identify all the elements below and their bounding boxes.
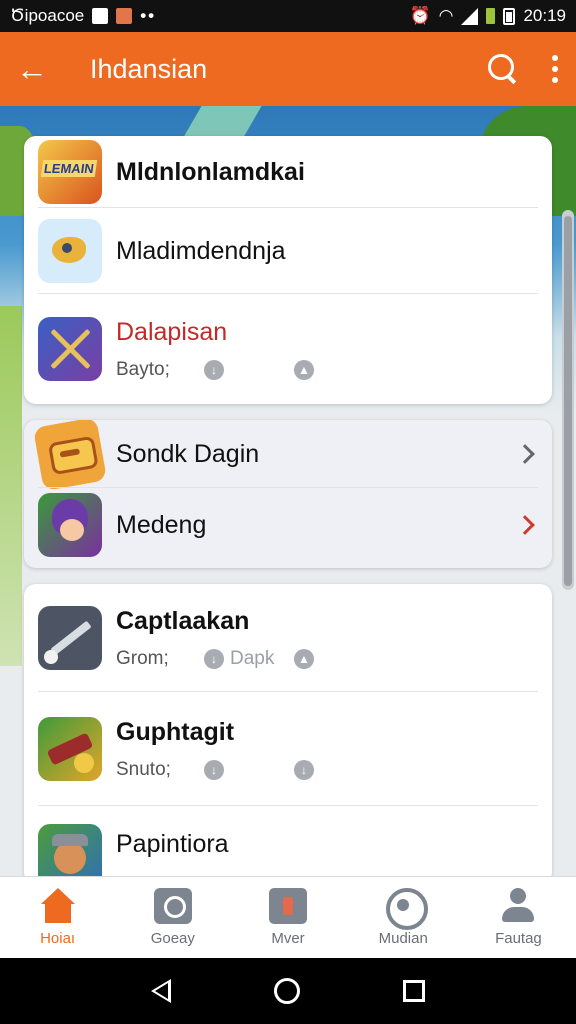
list-item[interactable]: Sondk Dagin xyxy=(24,420,552,492)
more-vert-icon[interactable] xyxy=(550,55,560,83)
chevron-right-icon[interactable] xyxy=(515,444,535,464)
home-icon xyxy=(39,888,77,924)
meta-label: Grom; xyxy=(116,647,169,669)
game-title: Papintiora xyxy=(116,830,229,858)
rating-icon: ▲ xyxy=(294,359,314,380)
notification-icon xyxy=(92,8,109,24)
system-home-icon[interactable] xyxy=(273,978,300,1004)
battery-icon xyxy=(503,7,516,25)
back-arrow-icon[interactable]: ← xyxy=(16,53,62,85)
search-icon[interactable] xyxy=(486,52,520,86)
crossed-swords-game-icon xyxy=(38,317,102,381)
list-item[interactable]: Captlaakan Grom; ↓ Dapk ▲ xyxy=(24,584,552,692)
app-bar: ← Ihdansian xyxy=(0,32,576,106)
tab-label: Mver xyxy=(271,930,305,947)
game-title: Captlaakan xyxy=(116,606,250,635)
knife-game-icon xyxy=(38,606,102,670)
signal-icon xyxy=(461,7,479,25)
background-grass xyxy=(0,306,22,666)
download-icon: ↓ xyxy=(204,648,224,669)
alarm-icon: ⏰ xyxy=(409,6,431,25)
wifi-icon: ◠ xyxy=(438,6,454,25)
user-icon xyxy=(499,888,537,924)
list-item[interactable]: LEMAIN Mldnlonlamdkai xyxy=(24,136,552,208)
bottom-navigation: Hoiaı Goeay Mver Mudian Fautag xyxy=(0,876,576,958)
list-item[interactable]: Mladimdendnja xyxy=(24,208,552,294)
list-item[interactable]: Guphtagit Snuto; ↓ ↓ xyxy=(24,692,552,806)
system-back-icon[interactable] xyxy=(151,979,172,1003)
status-bar: Ծipoacoe •• ⏰ ◠ 20:19 xyxy=(0,0,576,32)
download-icon: ↓ xyxy=(204,359,224,380)
warrior-game-icon xyxy=(38,824,102,884)
camera-icon xyxy=(153,888,192,924)
tab-mudian[interactable]: Mudian xyxy=(346,877,461,958)
games-list-card: Captlaakan Grom; ↓ Dapk ▲ Guphtagit Snut… xyxy=(24,584,552,884)
game-title: Mladimdendnja xyxy=(116,236,286,265)
scrollbar-thumb[interactable] xyxy=(564,216,572,586)
collection-card: Sondk Dagin Medeng xyxy=(24,420,552,568)
shopping-bag-icon xyxy=(269,888,307,924)
tab-fautag[interactable]: Fautag xyxy=(461,877,576,958)
list-item[interactable]: Papintiora xyxy=(24,806,552,884)
more-notifications-indicator: •• xyxy=(140,6,157,25)
collection-title: Sondk Dagin xyxy=(116,439,260,468)
tab-home[interactable]: Hoiaı xyxy=(0,877,115,958)
chevron-right-icon[interactable] xyxy=(515,515,535,535)
tab-mver[interactable]: Mver xyxy=(230,877,345,958)
tab-goeay[interactable]: Goeay xyxy=(115,877,230,958)
status-app-text: Ծipoacoe xyxy=(10,6,85,25)
hero-game-icon xyxy=(38,493,102,557)
page-title: Ihdansian xyxy=(90,53,208,84)
lemain-game-icon: LEMAIN xyxy=(38,140,102,204)
rating-icon: ▲ xyxy=(294,648,314,669)
tab-label: Hoiaı xyxy=(40,930,76,947)
treasure-chest-game-icon xyxy=(32,420,108,492)
tab-label: Fautag xyxy=(495,930,542,947)
meta-label: Bayto; xyxy=(116,358,170,380)
list-item[interactable]: Dalapisan Bayto; ↓ ▲ xyxy=(24,294,552,404)
system-recents-icon[interactable] xyxy=(402,980,425,1002)
game-title: Guphtagit xyxy=(116,717,235,746)
lemain-logo-text: LEMAIN xyxy=(40,160,98,177)
game-title: Mldnlonlamdkai xyxy=(116,157,305,186)
featured-games-card: LEMAIN Mldnlonlamdkai Mladimdendnja Dala… xyxy=(24,136,552,404)
photo-notification-icon xyxy=(116,8,133,24)
axe-game-icon xyxy=(38,717,102,781)
game-meta: Bayto; ↓ ▲ xyxy=(116,359,314,381)
game-title: Dalapisan xyxy=(116,317,228,346)
bird-game-icon xyxy=(38,219,102,283)
tab-label: Goeay xyxy=(150,930,195,947)
game-meta: Grom; ↓ Dapk ▲ xyxy=(116,648,314,670)
collection-title: Medeng xyxy=(116,510,207,539)
meta-label: Snuto; xyxy=(116,758,171,780)
meta-extra: Dapk xyxy=(230,647,275,669)
list-item[interactable]: Medeng xyxy=(24,488,552,562)
status-time: 20:19 xyxy=(523,6,566,25)
tab-label: Mudian xyxy=(378,930,428,947)
system-navigation-bar xyxy=(0,958,576,1024)
game-meta: Snuto; ↓ ↓ xyxy=(116,759,314,781)
chat-icon xyxy=(384,888,429,930)
download-icon: ↓ xyxy=(204,759,224,780)
battery-saver-icon xyxy=(486,8,496,24)
rating-icon: ↓ xyxy=(294,759,314,780)
